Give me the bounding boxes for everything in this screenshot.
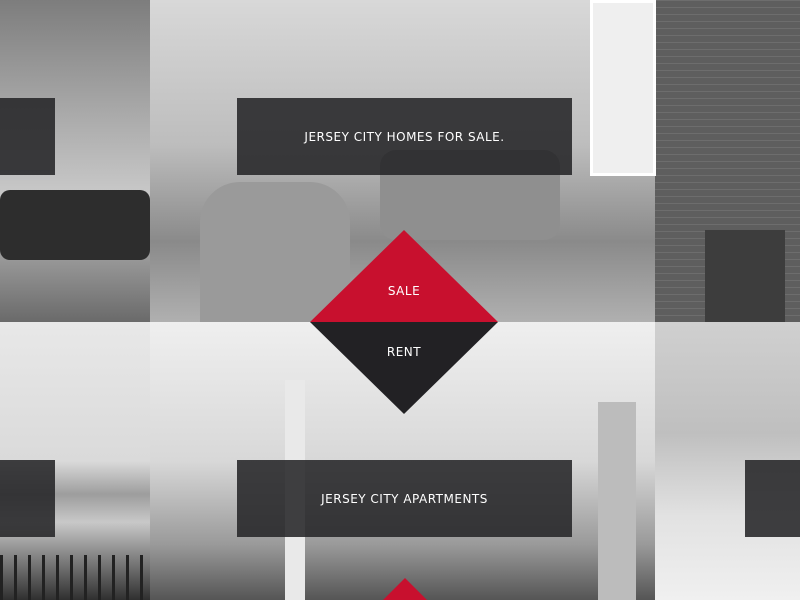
tower-silhouette <box>598 402 636 600</box>
window-silhouette <box>590 0 656 176</box>
homes-for-sale-link[interactable]: JERSEY CITY HOMES FOR SALE. <box>237 98 572 175</box>
apartments-link[interactable]: JERSEY CITY APARTMENTS <box>237 460 572 537</box>
window-arch-silhouette <box>705 230 785 322</box>
overlay-block <box>0 460 55 537</box>
rent-button[interactable]: RENT <box>354 345 454 359</box>
overlay-block <box>745 460 800 537</box>
overlay-block <box>0 98 55 175</box>
rent-toggle-triangle[interactable] <box>310 322 498 414</box>
sale-button[interactable]: SALE <box>354 284 454 298</box>
next-toggle-triangle[interactable] <box>383 578 427 600</box>
railing-silhouette <box>0 555 150 600</box>
sale-toggle-triangle[interactable] <box>310 230 498 322</box>
sofa-silhouette <box>0 190 150 260</box>
